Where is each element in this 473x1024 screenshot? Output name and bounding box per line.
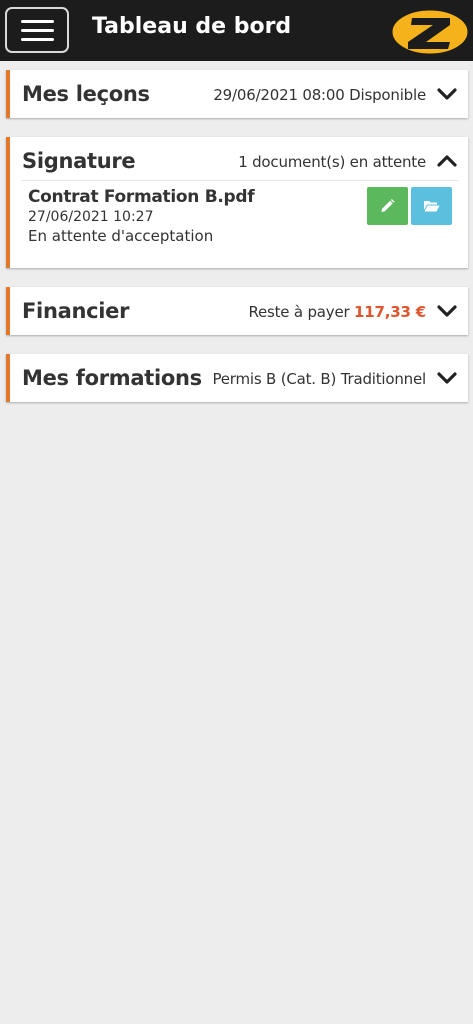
chevron-down-icon[interactable] [437, 368, 457, 388]
card-title: Mes leçons [22, 82, 150, 106]
card-title: Mes formations [22, 366, 202, 390]
page-title: Tableau de bord [92, 14, 292, 39]
card-title: Financier [22, 299, 130, 323]
chevron-down-icon[interactable] [437, 301, 457, 321]
menu-button[interactable] [5, 7, 69, 53]
hamburger-bar [21, 29, 54, 32]
pencil-icon [381, 199, 395, 212]
card-mes-lecons-header[interactable]: Mes leçons 29/06/2021 08:00 Disponible [10, 70, 468, 118]
z-logo-icon[interactable] [388, 4, 472, 58]
folder-open-icon [424, 201, 440, 212]
hamburger-menu-icon [21, 20, 54, 23]
chevron-up-icon[interactable] [437, 151, 457, 171]
hamburger-bar [21, 38, 54, 41]
card-summary: 29/06/2021 08:00 Disponible [213, 86, 426, 104]
card-summary: 1 document(s) en attente [238, 153, 426, 171]
card-mes-formations: Mes formations Permis B (Cat. B) Traditi… [6, 354, 468, 402]
card-mes-formations-header[interactable]: Mes formations Permis B (Cat. B) Traditi… [10, 354, 468, 402]
app-header: Tableau de bord [0, 0, 473, 61]
card-mes-lecons: Mes leçons 29/06/2021 08:00 Disponible [6, 70, 468, 118]
card-signature-header[interactable]: Signature 1 document(s) en attente [10, 137, 468, 185]
document-name[interactable]: Contrat Formation B.pdf [28, 187, 255, 207]
sign-document-button[interactable] [367, 187, 408, 225]
card-summary: Reste à payer 117,33 € [248, 303, 426, 321]
card-signature: Signature 1 document(s) en attente Contr… [6, 137, 468, 268]
card-financier: Financier Reste à payer 117,33 € [6, 287, 468, 335]
document-date: 27/06/2021 10:27 [28, 209, 154, 225]
document-status: En attente d'acceptation [28, 227, 214, 245]
chevron-down-icon[interactable] [437, 84, 457, 104]
open-document-button[interactable] [411, 187, 452, 225]
balance-amount: 117,33 € [354, 303, 426, 321]
card-financier-header[interactable]: Financier Reste à payer 117,33 € [10, 287, 468, 335]
document-row: Contrat Formation B.pdf 27/06/2021 10:27… [10, 181, 468, 261]
balance-label: Reste à payer [248, 303, 350, 321]
card-summary: Permis B (Cat. B) Traditionnel [212, 370, 426, 388]
card-title: Signature [22, 149, 136, 173]
